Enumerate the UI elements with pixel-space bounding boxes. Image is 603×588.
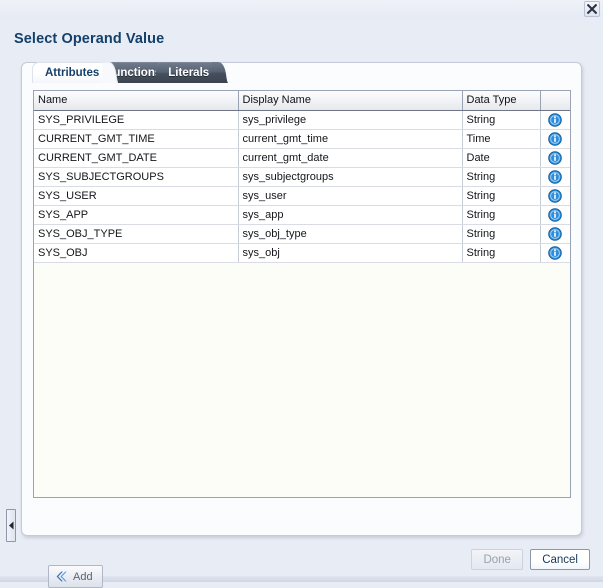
cell-info[interactable] (540, 243, 570, 263)
cell-data-type: String (462, 224, 541, 244)
cell-data-type: String (462, 243, 541, 263)
cell-name: SYS_PRIVILEGE (34, 110, 239, 130)
info-circle-icon[interactable] (548, 207, 563, 222)
column-header-info[interactable] (540, 91, 570, 111)
attributes-table-body: SYS_PRIVILEGE sys_privilege String CURRENT_… (34, 110, 570, 263)
cell-display-name: sys_obj (238, 243, 463, 263)
info-circle-icon[interactable] (548, 131, 563, 146)
tab-literals[interactable]: Literals (156, 62, 229, 83)
window-top-strip (0, 0, 603, 19)
table-row[interactable]: SYS_OBJ sys_obj String (34, 243, 570, 263)
cell-display-name: sys_privilege (238, 110, 463, 130)
cell-data-type: String (462, 186, 541, 206)
cell-data-type: String (462, 110, 541, 130)
info-circle-icon[interactable] (548, 188, 563, 203)
info-circle-icon[interactable] (548, 226, 563, 241)
attributes-table-frame: Name Display Name Data Type SYS_PRIVILEG… (33, 90, 571, 498)
table-row[interactable]: SYS_OBJ_TYPE sys_obj_type String (34, 224, 570, 244)
cell-name: CURRENT_GMT_DATE (34, 148, 239, 168)
table-row[interactable]: CURRENT_GMT_DATE current_gmt_date Date (34, 148, 570, 168)
cell-info[interactable] (540, 110, 570, 130)
cell-display-name: current_gmt_time (238, 129, 463, 149)
tab-literals-label: Literals (168, 67, 210, 79)
cell-info[interactable] (540, 186, 570, 206)
table-row[interactable]: SYS_SUBJECTGROUPS sys_subjectgroups String (34, 167, 570, 187)
cell-display-name: sys_obj_type (238, 224, 463, 244)
add-button-label: Add (73, 570, 93, 583)
tab-attributes[interactable]: Attributes (32, 62, 119, 83)
table-empty-area (34, 263, 570, 497)
tab-attributes-slant (102, 62, 119, 83)
cancel-button[interactable]: Cancel (530, 549, 590, 570)
cell-info[interactable] (540, 205, 570, 225)
table-row[interactable]: SYS_PRIVILEGE sys_privilege String (34, 110, 570, 130)
cell-data-type: String (462, 205, 541, 225)
cell-name: SYS_OBJ_TYPE (34, 224, 239, 244)
cell-name: SYS_SUBJECTGROUPS (34, 167, 239, 187)
tab-literals-slant (212, 62, 229, 83)
info-circle-icon[interactable] (548, 245, 563, 260)
tab-bar: Attributes Functions Literals (32, 62, 229, 83)
cell-info[interactable] (540, 224, 570, 244)
cell-info[interactable] (540, 167, 570, 187)
info-circle-icon[interactable] (548, 150, 563, 165)
column-header-name[interactable]: Name (34, 91, 239, 111)
table-row[interactable]: CURRENT_GMT_TIME current_gmt_time Time (34, 129, 570, 149)
collapse-left-arrow-icon[interactable] (6, 509, 16, 542)
table-header-row: Name Display Name Data Type (34, 91, 570, 111)
tab-attributes-label: Attributes (45, 67, 100, 79)
cell-info[interactable] (540, 148, 570, 168)
cell-name: SYS_USER (34, 186, 239, 206)
cell-data-type: String (462, 167, 541, 187)
cell-display-name: sys_app (238, 205, 463, 225)
dialog-footer: Done Cancel (471, 549, 590, 570)
column-header-data-type[interactable]: Data Type (462, 91, 541, 111)
cell-info[interactable] (540, 129, 570, 149)
cell-name: SYS_OBJ (34, 243, 239, 263)
cell-display-name: current_gmt_date (238, 148, 463, 168)
table-row[interactable]: SYS_USER sys_user String (34, 186, 570, 206)
cell-display-name: sys_subjectgroups (238, 167, 463, 187)
close-icon[interactable] (584, 1, 600, 17)
close-x-glyph (587, 4, 597, 14)
left-triangle-glyph (8, 521, 13, 530)
page-title: Select Operand Value (14, 31, 165, 47)
add-button[interactable]: Add (48, 565, 103, 588)
cell-data-type: Time (462, 129, 541, 149)
double-chevron-left-icon (56, 571, 67, 582)
cell-display-name: sys_user (238, 186, 463, 206)
attributes-table: Name Display Name Data Type SYS_PRIVILEG… (34, 91, 570, 263)
cell-name: CURRENT_GMT_TIME (34, 129, 239, 149)
table-row[interactable]: SYS_APP sys_app String (34, 205, 570, 225)
cell-data-type: Date (462, 148, 541, 168)
info-circle-icon[interactable] (548, 169, 563, 184)
info-circle-icon[interactable] (548, 112, 563, 127)
column-header-display-name[interactable]: Display Name (238, 91, 463, 111)
dialog-panel: Attributes Functions Literals Name Displ… (21, 62, 582, 588)
done-button[interactable]: Done (471, 549, 524, 570)
cell-name: SYS_APP (34, 205, 239, 225)
